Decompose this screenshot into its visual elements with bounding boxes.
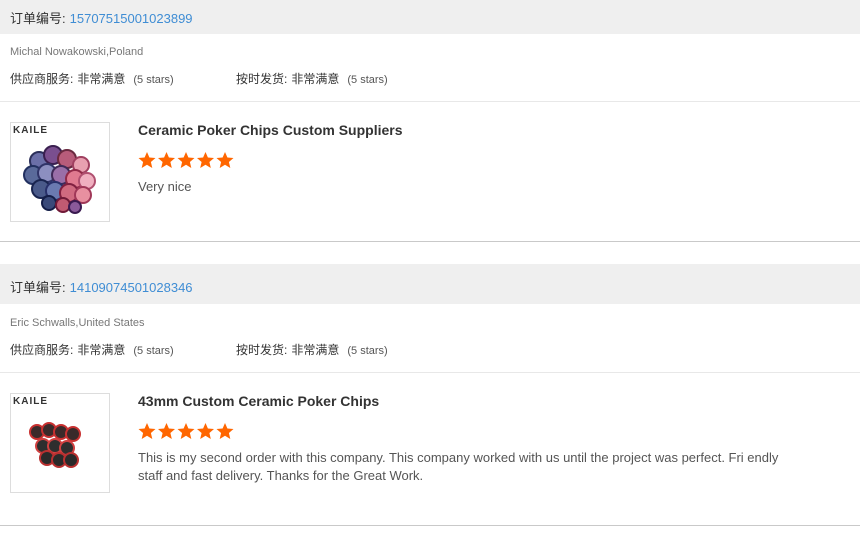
star-rating (138, 151, 238, 169)
on-time-delivery-value: 非常满意 (291, 343, 340, 357)
supplier-service-stars: (5 stars) (133, 74, 174, 86)
product-title[interactable]: 43mm Custom Ceramic Poker Chips (138, 393, 379, 409)
card-bottom-border (0, 241, 860, 242)
order-number-label: 订单编号: (10, 11, 66, 26)
poker-chips-image (29, 422, 81, 468)
on-time-delivery-stars: (5 stars) (347, 345, 388, 357)
review-text: Very nice (138, 179, 192, 194)
five-stars-icon (138, 423, 234, 439)
card-bottom-border (0, 525, 860, 526)
buyer-name: Michal Nowakowski,Poland (10, 46, 144, 58)
star-icon (158, 152, 175, 168)
star-icon (216, 423, 234, 439)
order-number-link[interactable]: 14109074501028346 (70, 280, 193, 295)
poker-chips-image (23, 145, 96, 214)
star-icon (216, 152, 234, 168)
supplier-service-label: 供应商服务: (10, 343, 74, 357)
on-time-delivery-rating: 按时发货: 非常满意 (5 stars) (236, 341, 388, 358)
on-time-delivery-label: 按时发货: (236, 72, 288, 86)
star-icon (138, 152, 156, 168)
on-time-delivery-rating: 按时发货: 非常满意 (5 stars) (236, 70, 388, 87)
ratings-row: 供应商服务: 非常满意 (5 stars) 按时发货: 非常满意 (5 stars) (10, 70, 388, 87)
divider (0, 372, 860, 373)
on-time-delivery-value: 非常满意 (291, 72, 340, 86)
product-thumbnail[interactable]: KAILE (10, 393, 110, 493)
star-icon (138, 423, 156, 439)
supplier-service-label: 供应商服务: (10, 72, 74, 86)
order-header: 订单编号: 14109074501028346 (0, 264, 860, 304)
order-number-row: 订单编号: 14109074501028346 (10, 277, 193, 296)
star-rating (138, 422, 238, 440)
order-card-1: 订单编号: 15707515001023899 Michal Nowakowski… (0, 0, 860, 242)
ratings-row: 供应商服务: 非常满意 (5 stars) 按时发货: 非常满意 (5 stars) (10, 341, 388, 358)
on-time-delivery-label: 按时发货: (236, 343, 288, 357)
order-number-row: 订单编号: 15707515001023899 (10, 8, 193, 27)
buyer-name: Eric Schwalls,United States (10, 317, 145, 329)
star-icon (158, 423, 175, 439)
five-stars-icon (138, 152, 234, 168)
supplier-service-value: 非常满意 (77, 72, 126, 86)
star-icon (197, 423, 214, 439)
divider (0, 101, 860, 102)
review-text: This is my second order with this compan… (138, 450, 779, 483)
product-title[interactable]: Ceramic Poker Chips Custom Suppliers (138, 122, 403, 138)
supplier-service-stars: (5 stars) (133, 345, 174, 357)
product-thumbnail[interactable]: KAILE (10, 122, 110, 222)
on-time-delivery-stars: (5 stars) (347, 74, 388, 86)
order-card-2: 订单编号: 14109074501028346 Eric Schwalls,Uni… (0, 264, 860, 526)
order-number-link[interactable]: 15707515001023899 (70, 11, 193, 26)
supplier-service-rating: 供应商服务: 非常满意 (5 stars) (10, 341, 174, 358)
order-header: 订单编号: 15707515001023899 (0, 0, 860, 34)
star-icon (197, 152, 214, 168)
star-icon (177, 152, 195, 168)
star-icon (177, 423, 195, 439)
order-number-label: 订单编号: (10, 280, 66, 295)
supplier-service-rating: 供应商服务: 非常满意 (5 stars) (10, 70, 174, 87)
supplier-service-value: 非常满意 (77, 343, 126, 357)
